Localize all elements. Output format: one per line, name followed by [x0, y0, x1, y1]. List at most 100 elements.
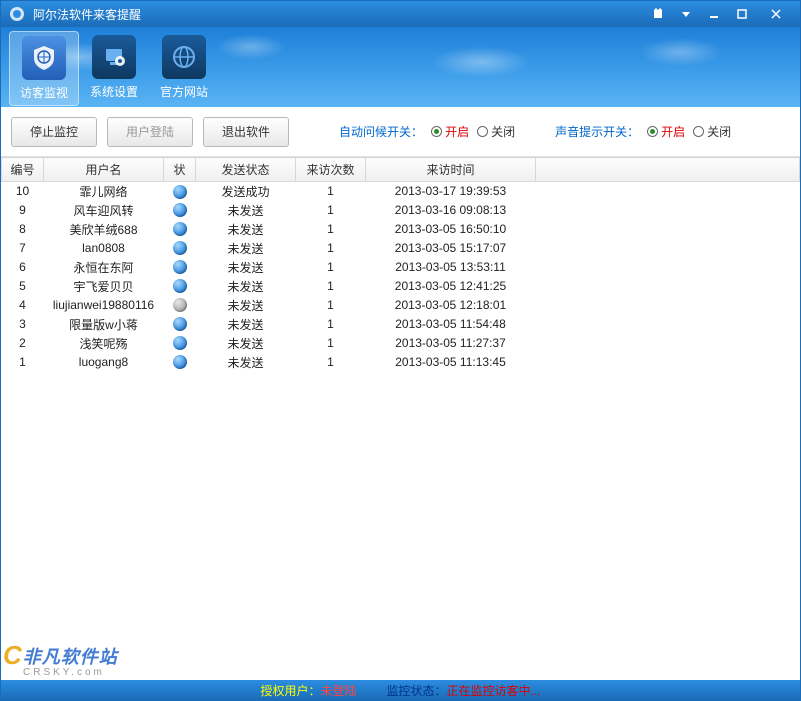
cell-status: [164, 296, 196, 315]
auto-greet-on[interactable]: 开启: [431, 123, 469, 140]
app-icon: [9, 6, 25, 22]
cell-time: 2013-03-17 19:39:53: [366, 182, 536, 201]
cell-send: 未发送: [196, 201, 296, 220]
cell-id: 10: [2, 182, 44, 201]
cell-time: 2013-03-05 11:13:45: [366, 353, 536, 372]
minimize-button[interactable]: [700, 5, 728, 23]
table-row[interactable]: 6永恒在东阿未发送12013-03-05 13:53:11: [2, 258, 800, 277]
sound-switch: 声音提示开关： 开启 关闭: [555, 123, 731, 140]
globe-icon: [162, 35, 206, 79]
cell-visits: 1: [296, 296, 366, 315]
cell-send: 未发送: [196, 353, 296, 372]
table-row[interactable]: 2浅笑呢殇未发送12013-03-05 11:27:37: [2, 334, 800, 353]
cell-send: 未发送: [196, 277, 296, 296]
cell-time: 2013-03-05 16:50:10: [366, 220, 536, 239]
sound-off[interactable]: 关闭: [693, 123, 731, 140]
user-login-button[interactable]: 用户登陆: [107, 117, 193, 147]
cell-status: [164, 277, 196, 296]
cell-visits: 1: [296, 220, 366, 239]
tab-official-site[interactable]: 官方网站: [149, 31, 219, 104]
auto-greet-off[interactable]: 关闭: [477, 123, 515, 140]
cell-id: 2: [2, 334, 44, 353]
tab-label: 系统设置: [79, 83, 149, 100]
col-send[interactable]: 发送状态: [196, 158, 296, 182]
main-toolbar: 访客监视 系统设置 官方网站: [1, 27, 800, 107]
table-row[interactable]: 9风车迎风转未发送12013-03-16 09:08:13: [2, 201, 800, 220]
cell-user: 永恒在东阿: [44, 258, 164, 277]
cell-send: 未发送: [196, 239, 296, 258]
dropdown-button[interactable]: [672, 5, 700, 23]
skin-button[interactable]: [644, 5, 672, 23]
shield-icon: [22, 36, 66, 80]
table-row[interactable]: 8美欣羊绒688未发送12013-03-05 16:50:10: [2, 220, 800, 239]
cell-id: 9: [2, 201, 44, 220]
table-row[interactable]: 3限量版w小蒋未发送12013-03-05 11:54:48: [2, 315, 800, 334]
cell-user: luogang8: [44, 353, 164, 372]
cell-time: 2013-03-05 12:41:25: [366, 277, 536, 296]
statusbar: 授权用户：未登陆 监控状态：正在监控访客中...: [1, 680, 800, 700]
stop-monitor-button[interactable]: 停止监控: [11, 117, 97, 147]
cell-time: 2013-03-05 13:53:11: [366, 258, 536, 277]
tab-label: 官方网站: [149, 83, 219, 100]
cell-status: [164, 239, 196, 258]
cell-user: 霏儿网络: [44, 182, 164, 201]
status-dot-icon: [173, 279, 187, 293]
table-row[interactable]: 4liujianwei19880116未发送12013-03-05 12:18:…: [2, 296, 800, 315]
tab-label: 访客监视: [10, 84, 78, 101]
cell-status: [164, 258, 196, 277]
cell-visits: 1: [296, 239, 366, 258]
cell-visits: 1: [296, 334, 366, 353]
cell-id: 6: [2, 258, 44, 277]
cell-user: 美欣羊绒688: [44, 220, 164, 239]
col-time[interactable]: 来访时间: [366, 158, 536, 182]
radio-icon: [431, 126, 442, 137]
table-row[interactable]: 1luogang8未发送12013-03-05 11:13:45: [2, 353, 800, 372]
tab-visitor-monitor[interactable]: 访客监视: [9, 31, 79, 106]
cell-status: [164, 353, 196, 372]
cell-visits: 1: [296, 353, 366, 372]
cell-id: 7: [2, 239, 44, 258]
cell-id: 1: [2, 353, 44, 372]
cell-user: liujianwei19880116: [44, 296, 164, 315]
cell-send: 未发送: [196, 258, 296, 277]
tab-system-settings[interactable]: 系统设置: [79, 31, 149, 104]
col-user[interactable]: 用户名: [44, 158, 164, 182]
titlebar: 阿尔法软件来客提醒: [1, 1, 800, 27]
status-dot-icon: [173, 317, 187, 331]
cell-status: [164, 315, 196, 334]
table-header-row: 编号 用户名 状 发送状态 来访次数 来访时间: [2, 158, 800, 182]
radio-icon: [477, 126, 488, 137]
cell-id: 8: [2, 220, 44, 239]
status-dot-icon: [173, 241, 187, 255]
col-id[interactable]: 编号: [2, 158, 44, 182]
action-bar: 停止监控 用户登陆 退出软件 自动问候开关： 开启 关闭 声音提示开关： 开启 …: [1, 107, 800, 157]
cell-id: 3: [2, 315, 44, 334]
table-row[interactable]: 10霏儿网络发送成功12013-03-17 19:39:53: [2, 182, 800, 201]
switch-label: 声音提示开关：: [555, 123, 639, 140]
sound-on[interactable]: 开启: [647, 123, 685, 140]
status-dot-icon: [173, 336, 187, 350]
cell-send: 发送成功: [196, 182, 296, 201]
col-visits[interactable]: 来访次数: [296, 158, 366, 182]
status-dot-icon: [173, 203, 187, 217]
col-status[interactable]: 状: [164, 158, 196, 182]
cell-id: 4: [2, 296, 44, 315]
cell-visits: 1: [296, 315, 366, 334]
cell-send: 未发送: [196, 334, 296, 353]
switch-label: 自动问候开关：: [339, 123, 423, 140]
table-row[interactable]: 5宇飞爱贝贝 未发送12013-03-05 12:41:25: [2, 277, 800, 296]
cell-time: 2013-03-16 09:08:13: [366, 201, 536, 220]
status-dot-icon: [173, 185, 187, 199]
window-title: 阿尔法软件来客提醒: [29, 6, 644, 23]
table-row[interactable]: 7lan0808未发送12013-03-05 15:17:07: [2, 239, 800, 258]
cell-user: 限量版w小蒋: [44, 315, 164, 334]
cell-id: 5: [2, 277, 44, 296]
cell-user: 宇飞爱贝贝: [44, 277, 164, 296]
cell-visits: 1: [296, 277, 366, 296]
maximize-button[interactable]: [728, 5, 756, 23]
col-spacer: [536, 158, 800, 182]
close-button[interactable]: [756, 5, 796, 23]
radio-icon: [647, 126, 658, 137]
cell-time: 2013-03-05 11:27:37: [366, 334, 536, 353]
exit-button[interactable]: 退出软件: [203, 117, 289, 147]
